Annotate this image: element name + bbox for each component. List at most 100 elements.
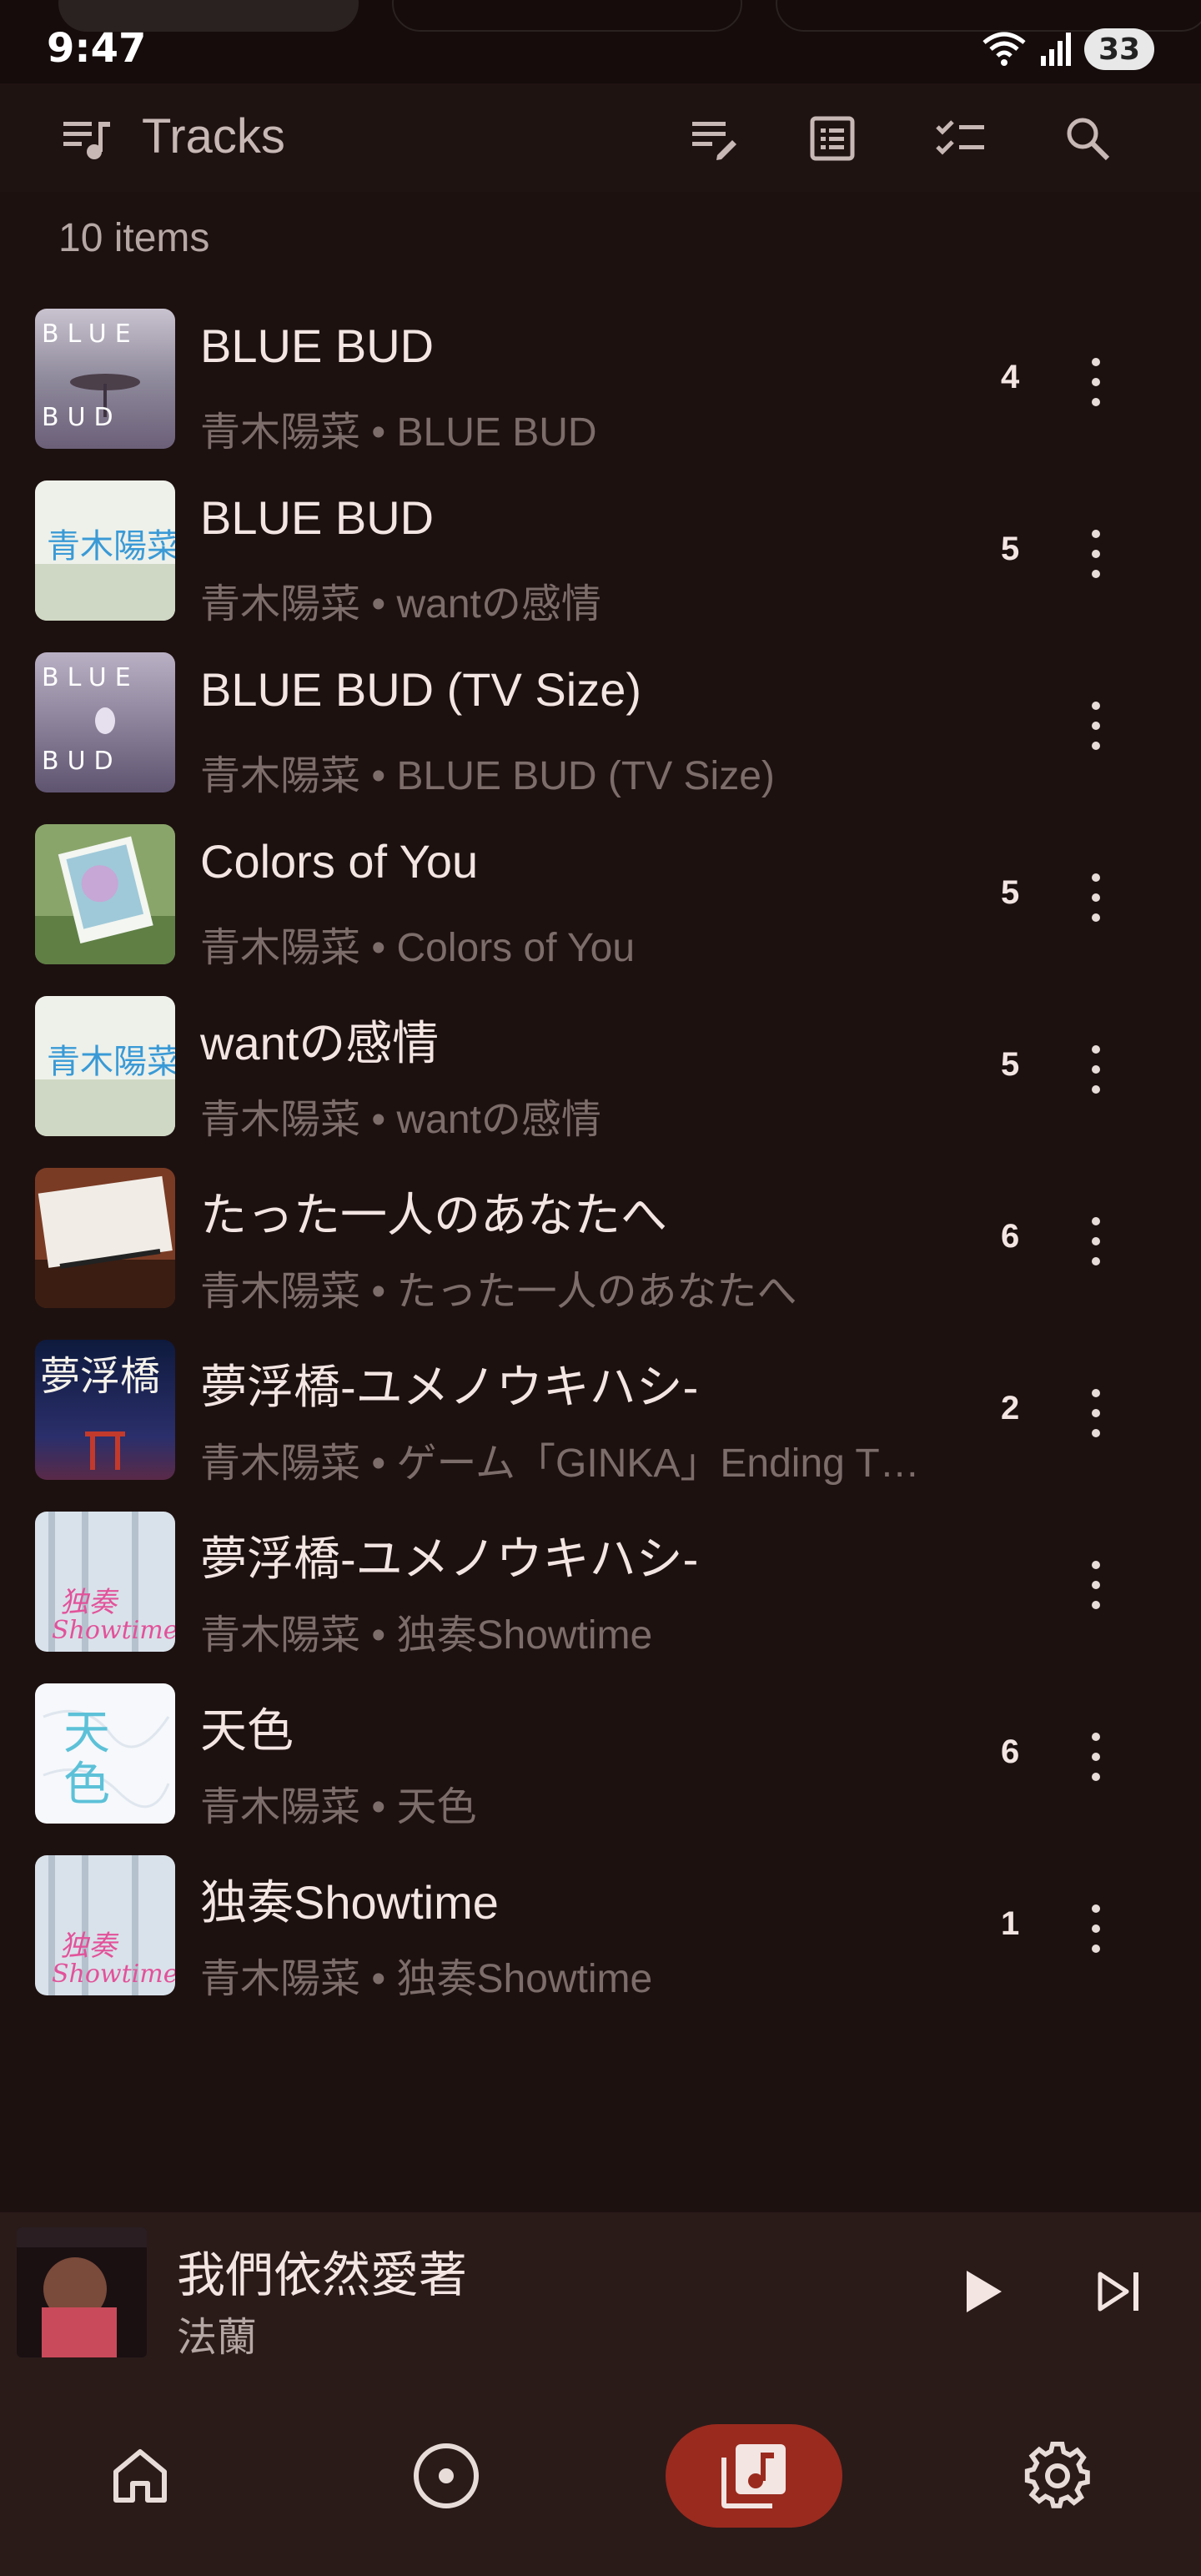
track-title: 独奏Showtime (200, 1876, 499, 1929)
nav-albums[interactable] (396, 2426, 496, 2526)
more-options-button[interactable] (1076, 684, 1116, 767)
track-row[interactable]: BLUE BUD BLUE BUD 青木陽菜 • BLUE BUD 4 (0, 300, 1201, 472)
track-row[interactable]: 夢浮橋 夢浮橋-ユメノウキハシ- 青木陽菜 • ゲーム「GINKA」Ending… (0, 1331, 1201, 1503)
album-art: 青木陽菜 (35, 480, 175, 621)
track-row[interactable]: Colors of You 青木陽菜 • Colors of You 5 (0, 816, 1201, 988)
status-time: 9:47 (47, 25, 147, 72)
more-vert-icon (1092, 1045, 1100, 1094)
track-row[interactable]: たった一人のあなたへ 青木陽菜 • たった一人のあなたへ 6 (0, 1160, 1201, 1331)
track-title: BLUE BUD (200, 319, 435, 372)
album-art: 青木陽菜 (35, 996, 175, 1136)
album-art: BLUE BUD (35, 652, 175, 792)
more-options-button[interactable] (1076, 1371, 1116, 1455)
skip-next-button[interactable] (1083, 2254, 1158, 2329)
track-row[interactable]: 独奏 Showtime 夢浮橋-ユメノウキハシ- 青木陽菜 • 独奏Showti… (0, 1503, 1201, 1675)
svg-text:色: 色 (63, 1758, 110, 1812)
svg-text:天: 天 (63, 1706, 110, 1760)
more-vert-icon (1092, 1904, 1100, 1953)
track-title: 天色 (200, 1704, 294, 1757)
album-art: 天 色 (35, 1683, 175, 1824)
album-art: BLUE BUD (35, 309, 175, 449)
list-view-button[interactable] (801, 107, 864, 170)
more-vert-icon (1092, 1389, 1100, 1437)
track-row[interactable]: BLUE BUD BLUE BUD (TV Size) 青木陽菜 • BLUE … (0, 644, 1201, 816)
now-playing-title: 我們依然愛著 (177, 2246, 468, 2303)
play-icon (967, 2271, 1002, 2312)
track-row[interactable]: 青木陽菜 wantの感情 青木陽菜 • wantの感情 5 (0, 988, 1201, 1160)
svg-text:BLUE: BLUE (42, 663, 139, 692)
select-icon (936, 120, 984, 155)
mini-player[interactable]: 我們依然愛著 法蘭 (0, 2212, 1201, 2376)
track-subtitle: 青木陽菜 • BLUE BUD (200, 410, 597, 455)
item-count: 10 items (58, 216, 210, 260)
track-count: 5 (1001, 531, 1020, 567)
track-count: 6 (1001, 1218, 1020, 1255)
more-vert-icon (1092, 1733, 1100, 1781)
svg-text:Showtime: Showtime (52, 1960, 175, 1989)
album-art: 独奏 Showtime (35, 1512, 175, 1652)
status-bar: 9:47 33 (0, 0, 1201, 83)
svg-text:BUD: BUD (42, 403, 122, 432)
top-chip (776, 0, 1201, 32)
search-icon (1067, 118, 1110, 161)
track-subtitle: 青木陽菜 • Colors of You (200, 926, 636, 970)
svg-text:独奏: 独奏 (60, 1586, 119, 1619)
nav-home[interactable] (90, 2426, 190, 2526)
track-title: たった一人のあなたへ (200, 1189, 667, 1241)
skip-next-icon (1098, 2272, 1138, 2312)
track-subtitle: 青木陽菜 • ゲーム「GINKA」Ending T… (200, 1441, 920, 1486)
more-vert-icon (1092, 1561, 1100, 1609)
track-subtitle: 青木陽菜 • wantの感情 (200, 582, 601, 626)
nav-settings[interactable] (1008, 2426, 1108, 2526)
more-vert-icon (1092, 530, 1100, 578)
more-vert-icon (1092, 702, 1100, 750)
page-title: Tracks (142, 109, 285, 164)
track-title: BLUE BUD (TV Size) (200, 663, 641, 716)
bottom-nav (0, 2376, 1201, 2576)
svg-text:Showtime: Showtime (52, 1616, 175, 1645)
track-subtitle: 青木陽菜 • 天色 (200, 1785, 477, 1829)
select-button[interactable] (929, 107, 992, 170)
track-count: 1 (1001, 1905, 1020, 1942)
track-title: 夢浮橋-ユメノウキハシ- (200, 1532, 699, 1585)
more-options-button[interactable] (1076, 340, 1116, 424)
signal-icon (1041, 33, 1071, 66)
now-playing-art (17, 2227, 147, 2357)
more-options-button[interactable] (1076, 1543, 1116, 1627)
play-button[interactable] (946, 2254, 1021, 2329)
search-button[interactable] (1056, 107, 1119, 170)
track-subtitle: 青木陽菜 • wantの感情 (200, 1098, 601, 1142)
more-vert-icon (1092, 1217, 1100, 1265)
track-subtitle: 青木陽菜 • 独奏Showtime (200, 1613, 653, 1658)
nav-library[interactable] (666, 2424, 842, 2528)
more-options-button[interactable] (1076, 512, 1116, 596)
library-icon (721, 2444, 786, 2508)
track-title: Colors of You (200, 835, 479, 888)
track-row[interactable]: 青木陽菜 BLUE BUD 青木陽菜 • wantの感情 5 (0, 472, 1201, 644)
album-art: 独奏 Showtime (35, 1855, 175, 1995)
track-subtitle: 青木陽菜 • たった一人のあなたへ (200, 1270, 797, 1314)
more-options-button[interactable] (1076, 1200, 1116, 1283)
more-vert-icon (1092, 358, 1100, 406)
album-art: 夢浮橋 (35, 1340, 175, 1480)
battery-icon: 33 (1084, 28, 1154, 70)
track-count: 4 (1001, 359, 1020, 395)
more-options-button[interactable] (1076, 1715, 1116, 1799)
more-vert-icon (1092, 873, 1100, 922)
home-icon (113, 2449, 167, 2503)
track-count: 2 (1001, 1390, 1020, 1426)
track-row[interactable]: 独奏 Showtime 独奏Showtime 青木陽菜 • 独奏Showtime… (0, 1847, 1201, 2019)
svg-text:BLUE: BLUE (42, 319, 139, 349)
svg-text:独奏: 独奏 (60, 1929, 119, 1963)
now-playing-artist: 法蘭 (177, 2314, 258, 2361)
more-options-button[interactable] (1076, 1028, 1116, 1111)
list-view-icon (810, 116, 855, 161)
track-row[interactable]: 天 色 天色 青木陽菜 • 天色 6 (0, 1675, 1201, 1847)
more-options-button[interactable] (1076, 856, 1116, 939)
track-count: 6 (1001, 1733, 1020, 1770)
track-count: 5 (1001, 874, 1020, 911)
track-title: 夢浮橋-ユメノウキハシ- (200, 1361, 699, 1413)
track-subtitle: 青木陽菜 • BLUE BUD (TV Size) (200, 754, 775, 798)
edit-queue-button[interactable] (682, 107, 746, 170)
more-options-button[interactable] (1076, 1887, 1116, 1970)
